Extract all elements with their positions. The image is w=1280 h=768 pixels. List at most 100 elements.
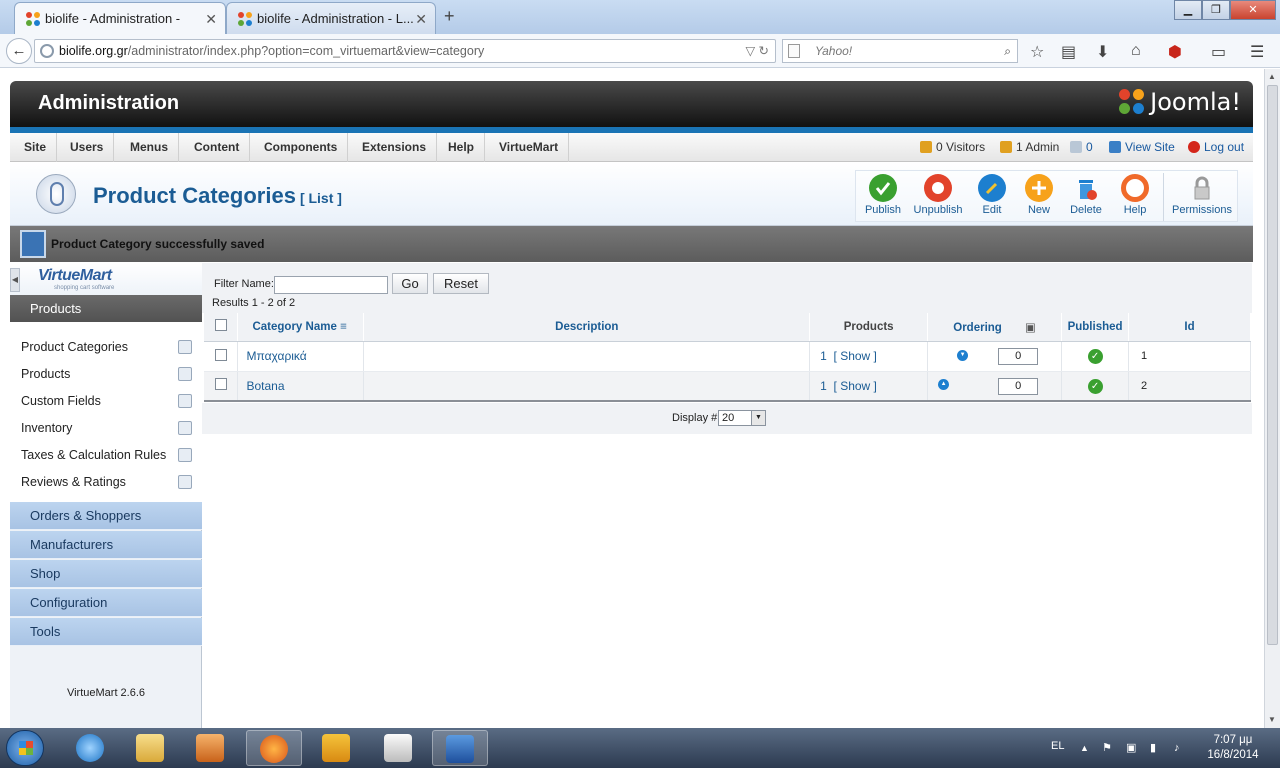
go-button[interactable]: Go xyxy=(392,273,428,294)
menu-extensions[interactable]: Extensions xyxy=(352,133,438,162)
published-check-icon[interactable]: ✓ xyxy=(1087,349,1103,364)
menu-users[interactable]: Users xyxy=(60,133,115,162)
browser-tab-active[interactable]: biolife - Administration - ✕ xyxy=(14,2,226,34)
reset-button[interactable]: Reset xyxy=(433,273,489,294)
sidebar-group-orders[interactable]: Orders & Shoppers xyxy=(10,502,202,530)
taskbar-media-player[interactable] xyxy=(182,730,238,766)
sidebar-item-reviews[interactable]: Reviews & Ratings xyxy=(10,469,202,496)
show-hidden-icons-icon[interactable]: ▲ xyxy=(1080,728,1089,768)
sidebar-section-products[interactable]: Products xyxy=(10,295,202,322)
tab-close-icon[interactable]: ✕ xyxy=(415,11,427,28)
category-name-link[interactable]: Botana xyxy=(246,379,284,393)
header-published[interactable]: Published xyxy=(1061,313,1130,342)
menu-site[interactable]: Site xyxy=(14,133,58,162)
show-products-link[interactable]: [ Show ] xyxy=(834,349,877,363)
row-checkbox[interactable] xyxy=(214,378,227,391)
window-icon[interactable]: ▭ xyxy=(1211,42,1226,62)
scrollbar-thumb[interactable] xyxy=(1267,85,1278,645)
header-description[interactable]: Description xyxy=(363,313,811,342)
logout-link[interactable]: Log out xyxy=(1188,133,1244,162)
sidebar-group-shop[interactable]: Shop xyxy=(10,560,202,588)
download-icon[interactable]: ⬇ xyxy=(1096,42,1109,62)
ordering-input[interactable]: 0 xyxy=(998,347,1039,365)
back-icon[interactable]: ← xyxy=(6,38,32,64)
view-site-label[interactable]: View Site xyxy=(1125,140,1175,154)
move-up-icon[interactable]: ▲ xyxy=(938,378,950,390)
menu-help[interactable]: Help xyxy=(438,133,486,162)
system-clock[interactable]: 7:07 μμ 16/8/2014 xyxy=(1198,733,1268,763)
sidebar-item-products[interactable]: Products xyxy=(10,361,202,388)
published-check-icon[interactable]: ✓ xyxy=(1087,378,1103,394)
taskbar-outlook[interactable] xyxy=(308,730,364,766)
page-scrollbar[interactable]: ▲ ▼ xyxy=(1264,69,1280,728)
filter-label: Filter Name: xyxy=(214,278,274,290)
edit-button[interactable]: Edit xyxy=(966,174,1018,220)
maximize-icon[interactable]: ❐ xyxy=(1202,0,1230,20)
taskbar-calendar[interactable] xyxy=(370,730,426,766)
address-bar[interactable]: biolife.org.gr/administrator/index.php?o… xyxy=(34,39,776,63)
minimize-icon[interactable]: ▁ xyxy=(1174,0,1202,20)
window-close-icon[interactable]: ✕ xyxy=(1230,0,1276,20)
search-engine-icon[interactable] xyxy=(788,44,800,58)
ordering-input[interactable]: 0 xyxy=(998,377,1039,395)
home-icon[interactable]: ⌂ xyxy=(1131,42,1141,60)
new-button[interactable]: New xyxy=(1013,174,1065,220)
window-controls: ▁ ❐ ✕ xyxy=(1174,0,1276,20)
taskbar-ie[interactable] xyxy=(62,730,118,766)
menu-content[interactable]: Content xyxy=(184,133,251,162)
view-site-link[interactable]: View Site xyxy=(1109,133,1175,162)
sidebar-item-product-categories[interactable]: Product Categories xyxy=(10,334,202,361)
collapse-sidebar-icon[interactable]: ◀ xyxy=(10,268,20,292)
network-icon[interactable]: ▮ xyxy=(1150,728,1156,768)
select-all-checkbox[interactable] xyxy=(214,319,227,332)
sidebar-group-tools[interactable]: Tools xyxy=(10,618,202,646)
header-ordering[interactable]: Ordering ▣ xyxy=(927,313,1063,342)
delete-button[interactable]: Delete xyxy=(1060,174,1112,220)
permissions-button[interactable]: Permissions xyxy=(1168,174,1236,220)
trash-icon xyxy=(1072,174,1100,202)
sidebar-group-manufacturers[interactable]: Manufacturers xyxy=(10,531,202,559)
display-limit-select[interactable]: 20 ▼ xyxy=(718,410,766,426)
scroll-up-icon[interactable]: ▲ xyxy=(1268,72,1276,81)
help-button[interactable]: Help xyxy=(1109,174,1161,220)
volume-icon[interactable]: ♪ xyxy=(1174,728,1180,768)
browser-tab[interactable]: biolife - Administration - L... ✕ xyxy=(226,2,436,34)
header-id[interactable]: Id xyxy=(1128,313,1251,342)
menu-virtuemart[interactable]: VirtueMart xyxy=(489,133,570,162)
tab-close-icon[interactable]: ✕ xyxy=(205,11,217,28)
menu-menus[interactable]: Menus xyxy=(120,133,180,162)
row-checkbox[interactable] xyxy=(214,348,227,361)
new-tab-icon[interactable]: + xyxy=(444,6,455,27)
action-center-icon[interactable]: ⚑ xyxy=(1102,728,1112,768)
menu-components[interactable]: Components xyxy=(254,133,349,162)
logout-label[interactable]: Log out xyxy=(1204,140,1244,154)
taskbar-firefox[interactable] xyxy=(246,730,302,766)
filter-name-input[interactable] xyxy=(274,276,388,294)
reload-icon[interactable]: ▽ ↻ xyxy=(745,40,769,62)
taskbar-explorer[interactable] xyxy=(122,730,178,766)
security-icon[interactable]: ▣ xyxy=(1126,728,1136,768)
sidebar-item-inventory[interactable]: Inventory xyxy=(10,415,202,442)
header-category-name[interactable]: Category Name ≡ xyxy=(237,313,365,342)
sidebar-item-taxes[interactable]: Taxes & Calculation Rules xyxy=(10,442,202,469)
move-down-icon[interactable]: ▼ xyxy=(957,349,969,361)
reading-list-icon[interactable]: ▤ xyxy=(1061,42,1076,62)
adblock-icon[interactable]: ⬢ xyxy=(1168,42,1182,62)
bookmark-star-icon[interactable]: ☆ xyxy=(1030,42,1044,62)
start-button[interactable] xyxy=(6,730,44,766)
publish-button[interactable]: Publish xyxy=(857,174,909,220)
search-input[interactable]: Yahoo! ⌕ xyxy=(782,39,1018,63)
show-products-link[interactable]: [ Show ] xyxy=(834,379,877,393)
sidebar-group-configuration[interactable]: Configuration xyxy=(10,589,202,617)
menu-icon[interactable]: ☰ xyxy=(1250,42,1264,62)
category-name-link[interactable]: Μπαχαρικά xyxy=(246,349,306,363)
save-order-icon[interactable]: ▣ xyxy=(1025,322,1036,334)
language-indicator[interactable]: EL xyxy=(1051,728,1064,768)
search-icon[interactable]: ⌕ xyxy=(1004,40,1011,62)
unpublish-button[interactable]: Unpublish xyxy=(912,174,964,220)
messages-count[interactable]: 0 xyxy=(1086,140,1093,154)
messages-status[interactable]: 0 xyxy=(1070,133,1093,162)
scroll-down-icon[interactable]: ▼ xyxy=(1268,715,1276,724)
sidebar-item-custom-fields[interactable]: Custom Fields xyxy=(10,388,202,415)
taskbar-word[interactable] xyxy=(432,730,488,766)
